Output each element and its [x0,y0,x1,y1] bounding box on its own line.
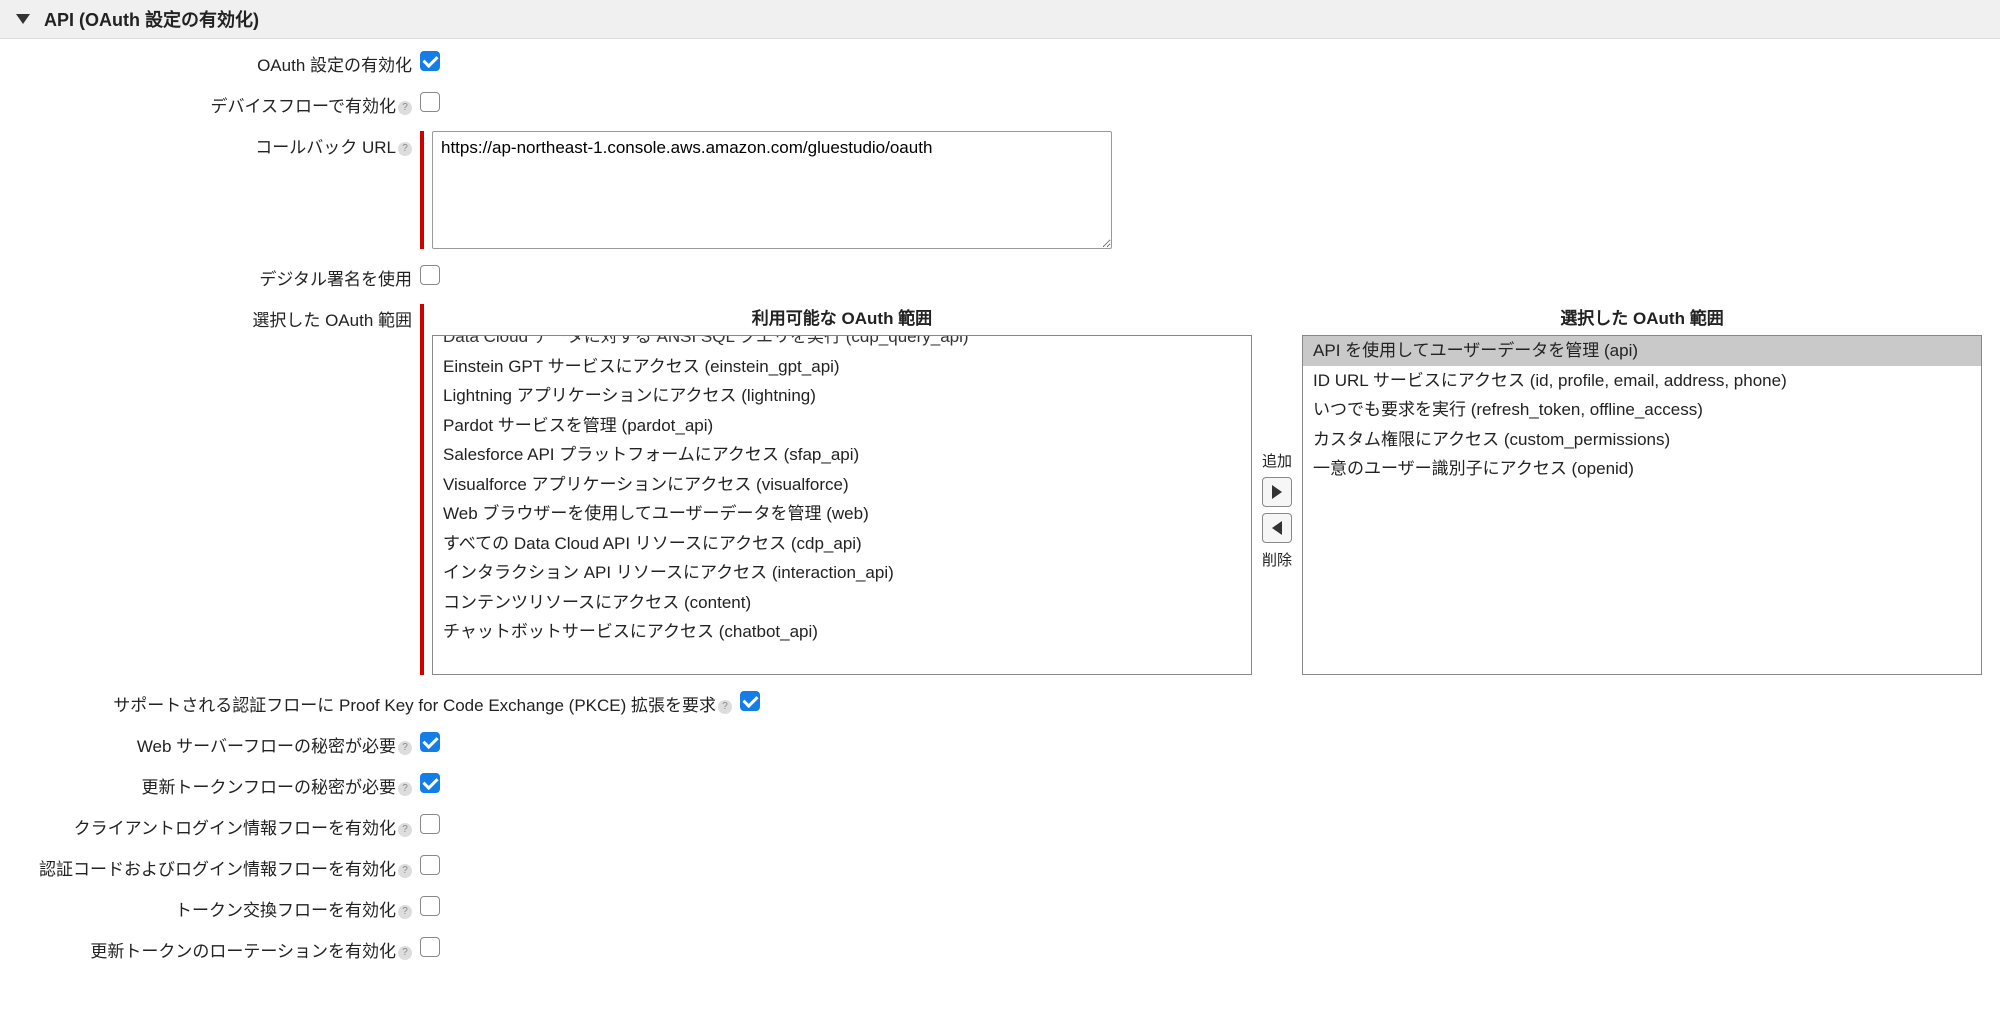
row-device-flow: デバイスフローで有効化? [0,90,2000,117]
required-indicator [420,131,424,249]
row-auth-code: 認証コードおよびログイン情報フローを有効化? [0,853,2000,880]
selected-scopes-listbox[interactable]: API を使用してユーザーデータを管理 (api)ID URL サービスにアクセ… [1302,335,1982,675]
list-item[interactable]: いつでも要求を実行 (refresh_token, offline_access… [1303,395,1981,425]
row-client-creds: クライアントログイン情報フローを有効化? [0,812,2000,839]
row-enable-oauth: OAuth 設定の有効化 [0,49,2000,76]
checkbox-pkce[interactable] [740,691,760,711]
checkbox-auth-code[interactable] [420,855,440,875]
list-item[interactable]: カスタム権限にアクセス (custom_permissions) [1303,425,1981,455]
remove-label: 削除 [1262,549,1292,570]
row-refresh-secret: 更新トークンフローの秘密が必要? [0,771,2000,798]
row-pkce: サポートされる認証フローに Proof Key for Code Exchang… [0,689,2000,716]
add-scope-button[interactable] [1262,477,1292,507]
label-enable-oauth: OAuth 設定の有効化 [0,49,420,76]
row-token-exchange: トークン交換フローを有効化? [0,894,2000,921]
checkbox-token-exchange[interactable] [420,896,440,916]
help-icon[interactable]: ? [398,101,412,115]
arrow-left-icon [1272,521,1282,535]
help-icon[interactable]: ? [398,946,412,960]
arrow-right-icon [1272,485,1282,499]
list-item[interactable]: ID URL サービスにアクセス (id, profile, email, ad… [1303,366,1981,396]
label-client-creds: クライアントログイン情報フローを有効化 [74,819,396,838]
label-callback-url: コールバック URL [255,138,396,157]
list-item[interactable]: コンテンツリソースにアクセス (content) [433,588,1251,618]
checkbox-refresh-secret[interactable] [420,773,440,793]
form-body: OAuth 設定の有効化 デバイスフローで有効化? コールバック URL? デジ… [0,39,2000,996]
label-web-secret: Web サーバーフローの秘密が必要 [137,737,396,756]
add-label: 追加 [1262,450,1292,471]
row-digital-sig: デジタル署名を使用 [0,263,2000,290]
list-item[interactable]: Lightning アプリケーションにアクセス (lightning) [433,381,1251,411]
label-refresh-secret: 更新トークンフローの秘密が必要 [142,778,397,797]
row-scopes: 選択した OAuth 範囲 利用可能な OAuth 範囲 Data Cloud … [0,304,2000,675]
help-icon[interactable]: ? [398,905,412,919]
dual-listbox: 利用可能な OAuth 範囲 Data Cloud データに対する ANSI S… [432,304,1982,675]
checkbox-token-rotation[interactable] [420,937,440,957]
row-token-rotation: 更新トークンのローテーションを有効化? [0,935,2000,962]
checkbox-device-flow[interactable] [420,92,440,112]
help-icon[interactable]: ? [398,782,412,796]
list-item[interactable]: Visualforce アプリケーションにアクセス (visualforce) [433,470,1251,500]
list-item[interactable]: すべての Data Cloud API リソースにアクセス (cdp_api) [433,529,1251,559]
checkbox-client-creds[interactable] [420,814,440,834]
list-item[interactable]: Data Cloud データに対する ANSI SQL クエリを実行 (cdp_… [433,335,1251,352]
list-item[interactable]: チャットボットサービスにアクセス (chatbot_api) [433,617,1251,647]
callback-url-input[interactable] [432,131,1112,249]
list-item[interactable]: API を使用してユーザーデータを管理 (api) [1303,336,1981,366]
label-digital-sig: デジタル署名を使用 [0,263,420,290]
help-icon[interactable]: ? [398,741,412,755]
checkbox-web-secret[interactable] [420,732,440,752]
list-item[interactable]: Einstein GPT サービスにアクセス (einstein_gpt_api… [433,352,1251,382]
help-icon[interactable]: ? [718,700,732,714]
list-item[interactable]: 一意のユーザー識別子にアクセス (openid) [1303,454,1981,484]
available-scopes-listbox[interactable]: Data Cloud データに対する ANSI SQL クエリを実行 (cdp_… [432,335,1252,675]
label-token-exchange: トークン交換フローを有効化 [175,901,396,920]
available-scopes-header: 利用可能な OAuth 範囲 [432,304,1252,335]
row-callback-url: コールバック URL? [0,131,2000,249]
selected-scopes-header: 選択した OAuth 範囲 [1302,304,1982,335]
disclosure-arrow-icon[interactable] [16,14,30,24]
section-header[interactable]: API (OAuth 設定の有効化) [0,0,2000,39]
label-pkce: サポートされる認証フローに Proof Key for Code Exchang… [113,696,716,715]
label-device-flow: デバイスフローで有効化 [211,97,396,116]
checkbox-enable-oauth[interactable] [420,51,440,71]
help-icon[interactable]: ? [398,823,412,837]
list-item[interactable]: Web ブラウザーを使用してユーザーデータを管理 (web) [433,499,1251,529]
label-auth-code: 認証コードおよびログイン情報フローを有効化 [39,860,396,879]
list-item[interactable]: Pardot サービスを管理 (pardot_api) [433,411,1251,441]
label-scopes: 選択した OAuth 範囲 [0,304,420,331]
checkbox-digital-sig[interactable] [420,265,440,285]
required-indicator [420,304,424,675]
list-item[interactable]: インタラクション API リソースにアクセス (interaction_api) [433,558,1251,588]
help-icon[interactable]: ? [398,864,412,878]
label-token-rotation: 更新トークンのローテーションを有効化 [90,942,396,961]
section-title: API (OAuth 設定の有効化) [44,6,259,32]
remove-scope-button[interactable] [1262,513,1292,543]
help-icon[interactable]: ? [398,142,412,156]
list-item[interactable]: Salesforce API プラットフォームにアクセス (sfap_api) [433,440,1251,470]
row-web-secret: Web サーバーフローの秘密が必要? [0,730,2000,757]
